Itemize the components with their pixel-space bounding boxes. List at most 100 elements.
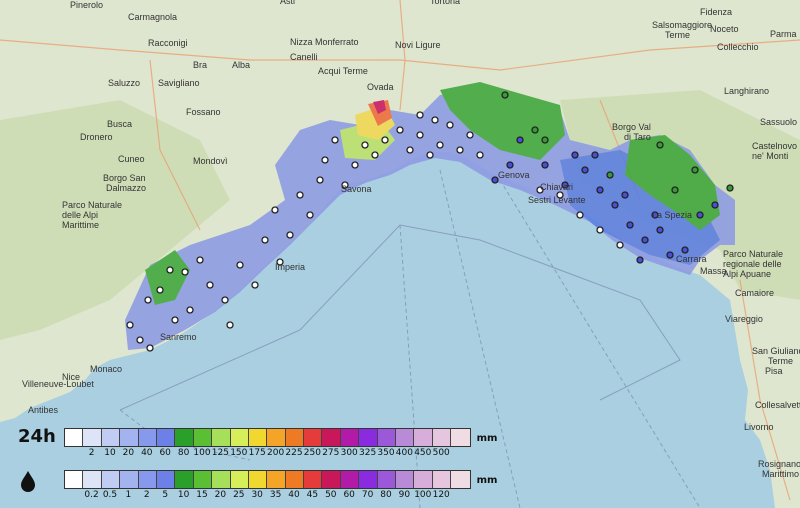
svg-text:Fossano: Fossano	[186, 107, 221, 117]
svg-text:Monaco: Monaco	[90, 364, 122, 374]
svg-text:Marittimo: Marittimo	[762, 469, 799, 479]
svg-text:regionale delle: regionale delle	[723, 259, 782, 269]
legend-swatch	[359, 429, 378, 446]
legend-swatch	[156, 471, 176, 488]
legend-24h-label: 24h	[18, 426, 56, 447]
legend-swatch	[120, 429, 139, 446]
svg-text:Sassuolo: Sassuolo	[760, 117, 797, 127]
legend-swatch	[212, 429, 231, 446]
legend-tick-label: 80	[177, 448, 190, 458]
legend-swatch	[120, 471, 139, 488]
legend-swatch	[83, 429, 102, 446]
svg-text:ne' Monti: ne' Monti	[752, 151, 788, 161]
svg-text:Canelli: Canelli	[290, 52, 318, 62]
legend-tick-label: 2	[88, 448, 95, 458]
svg-text:Parco Naturale: Parco Naturale	[723, 249, 783, 259]
legend-swatch	[285, 429, 305, 446]
legend-swatch	[396, 471, 415, 488]
legend-swatch	[267, 429, 286, 446]
legend-swatch	[248, 429, 268, 446]
legend-swatch	[193, 471, 213, 488]
legend-swatch	[175, 429, 194, 446]
svg-text:Busca: Busca	[107, 119, 132, 129]
legend-swatch	[322, 429, 341, 446]
svg-text:Nizza Monferrato: Nizza Monferrato	[290, 37, 359, 47]
svg-text:Terme: Terme	[665, 30, 690, 40]
svg-text:Langhirano: Langhirano	[724, 86, 769, 96]
svg-text:Salsomaggiore: Salsomaggiore	[652, 20, 712, 30]
legend-tick-label: 15	[196, 490, 208, 500]
svg-text:Noceto: Noceto	[710, 24, 739, 34]
legend-swatch	[285, 471, 305, 488]
legend-swatch	[304, 429, 323, 446]
svg-text:Acqui Terme: Acqui Terme	[318, 66, 368, 76]
legend-tick-label: 40	[141, 448, 153, 458]
legend-tick-label: 450	[414, 448, 432, 458]
legend-swatch	[138, 429, 157, 446]
svg-text:Camaiore: Camaiore	[735, 288, 774, 298]
legend-tick-label: 100	[193, 448, 211, 458]
legend-swatch	[414, 429, 433, 446]
legend-swatch	[359, 471, 378, 488]
legend-swatch	[101, 429, 121, 446]
svg-text:Alpi Apuane: Alpi Apuane	[723, 269, 771, 279]
svg-text:Sanremo: Sanremo	[160, 332, 197, 342]
legend-tick-label: 10	[177, 490, 190, 500]
legend-tick-label: 60	[159, 448, 171, 458]
legend-swatch	[267, 471, 286, 488]
legend-swatch	[396, 429, 415, 446]
legend-swatch	[230, 429, 249, 446]
svg-text:Borgo San: Borgo San	[103, 173, 146, 183]
legend-tick-label: 100	[414, 490, 432, 500]
legend-tick-label: 200	[267, 448, 285, 458]
svg-text:Castelnovo: Castelnovo	[752, 141, 797, 151]
legend-swatch	[340, 471, 360, 488]
legend-tick-label: 25	[233, 490, 245, 500]
legend-swatch	[101, 471, 121, 488]
raindrop-icon	[18, 470, 64, 492]
legend-swatch	[451, 429, 470, 446]
svg-text:Mondovì: Mondovì	[193, 156, 228, 166]
legend-tick-label: 350	[377, 448, 395, 458]
svg-text:Villeneuve-Loubet: Villeneuve-Loubet	[22, 379, 94, 389]
svg-text:Pisa: Pisa	[765, 366, 783, 376]
legend-swatch	[377, 471, 397, 488]
svg-text:Dalmazzo: Dalmazzo	[106, 183, 146, 193]
legend-tick-label: 10	[104, 448, 116, 458]
svg-text:Tortona: Tortona	[430, 0, 460, 6]
svg-text:Rosignano: Rosignano	[758, 459, 800, 469]
legend-24h: 24h mm	[18, 428, 497, 447]
legend-rate: mm	[18, 470, 497, 492]
svg-text:Pinerolo: Pinerolo	[70, 0, 103, 10]
legend-tick-label: 70	[361, 490, 374, 500]
legend-tick-label: 325	[359, 448, 377, 458]
legend-rate-unit: mm	[476, 475, 498, 486]
legend-swatch	[304, 471, 323, 488]
legend-swatch	[432, 429, 452, 446]
legend-tick-label: 400	[395, 448, 413, 458]
legend-tick-label: 275	[322, 448, 340, 458]
legend-tick-label: 50	[325, 490, 337, 500]
legend-tick-label: 1	[125, 490, 132, 500]
svg-text:Savona: Savona	[341, 184, 372, 194]
svg-text:Novi Ligure: Novi Ligure	[395, 40, 441, 50]
svg-text:Collecchio: Collecchio	[717, 42, 759, 52]
svg-text:Saluzzo: Saluzzo	[108, 78, 140, 88]
svg-text:Borgo Val: Borgo Val	[612, 122, 651, 132]
legend-swatch	[138, 471, 157, 488]
svg-text:Asti: Asti	[280, 0, 295, 6]
svg-text:Ovada: Ovada	[367, 82, 394, 92]
legend-swatch	[83, 471, 102, 488]
legend-tick-label: 5	[162, 490, 169, 500]
legend-swatch	[451, 471, 470, 488]
svg-text:Chiavari: Chiavari	[540, 182, 573, 192]
legend-swatch	[340, 429, 360, 446]
svg-text:Parco Naturale: Parco Naturale	[62, 200, 122, 210]
legend-swatch	[65, 429, 84, 446]
svg-text:Viareggio: Viareggio	[725, 314, 763, 324]
legend-swatch	[212, 471, 231, 488]
legend-swatch	[175, 471, 194, 488]
legend-rate-swatches	[64, 470, 471, 489]
svg-text:Savigliano: Savigliano	[158, 78, 200, 88]
svg-text:Cuneo: Cuneo	[118, 154, 145, 164]
